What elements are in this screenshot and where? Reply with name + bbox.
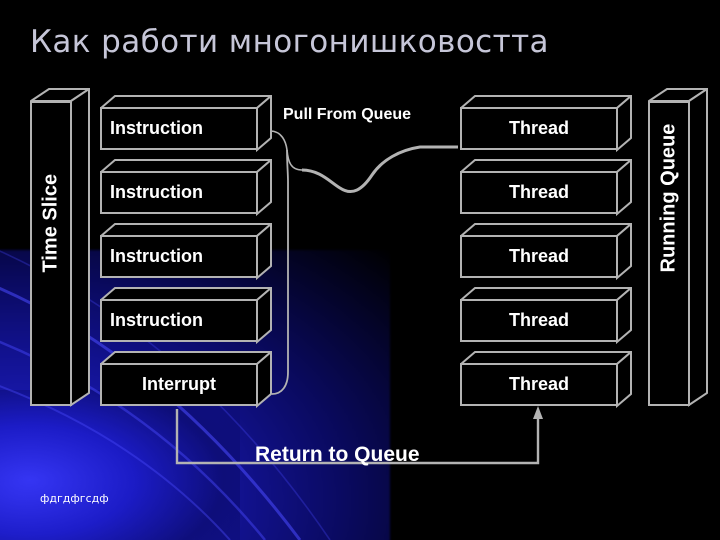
footnote-text: фдгдфгсдф bbox=[40, 492, 109, 505]
pull-wire-spine-to-interrupt bbox=[271, 149, 289, 395]
pull-wire-to-thread bbox=[301, 145, 458, 193]
pull-wire-upper-curve bbox=[269, 130, 303, 171]
slide-canvas: Как работи многонишковостта Time Slice I… bbox=[0, 0, 720, 540]
return-to-queue-label: Return to Queue bbox=[255, 443, 420, 466]
return-wire-arrowhead bbox=[533, 406, 543, 419]
pull-from-queue-label: Pull From Queue bbox=[283, 106, 412, 123]
